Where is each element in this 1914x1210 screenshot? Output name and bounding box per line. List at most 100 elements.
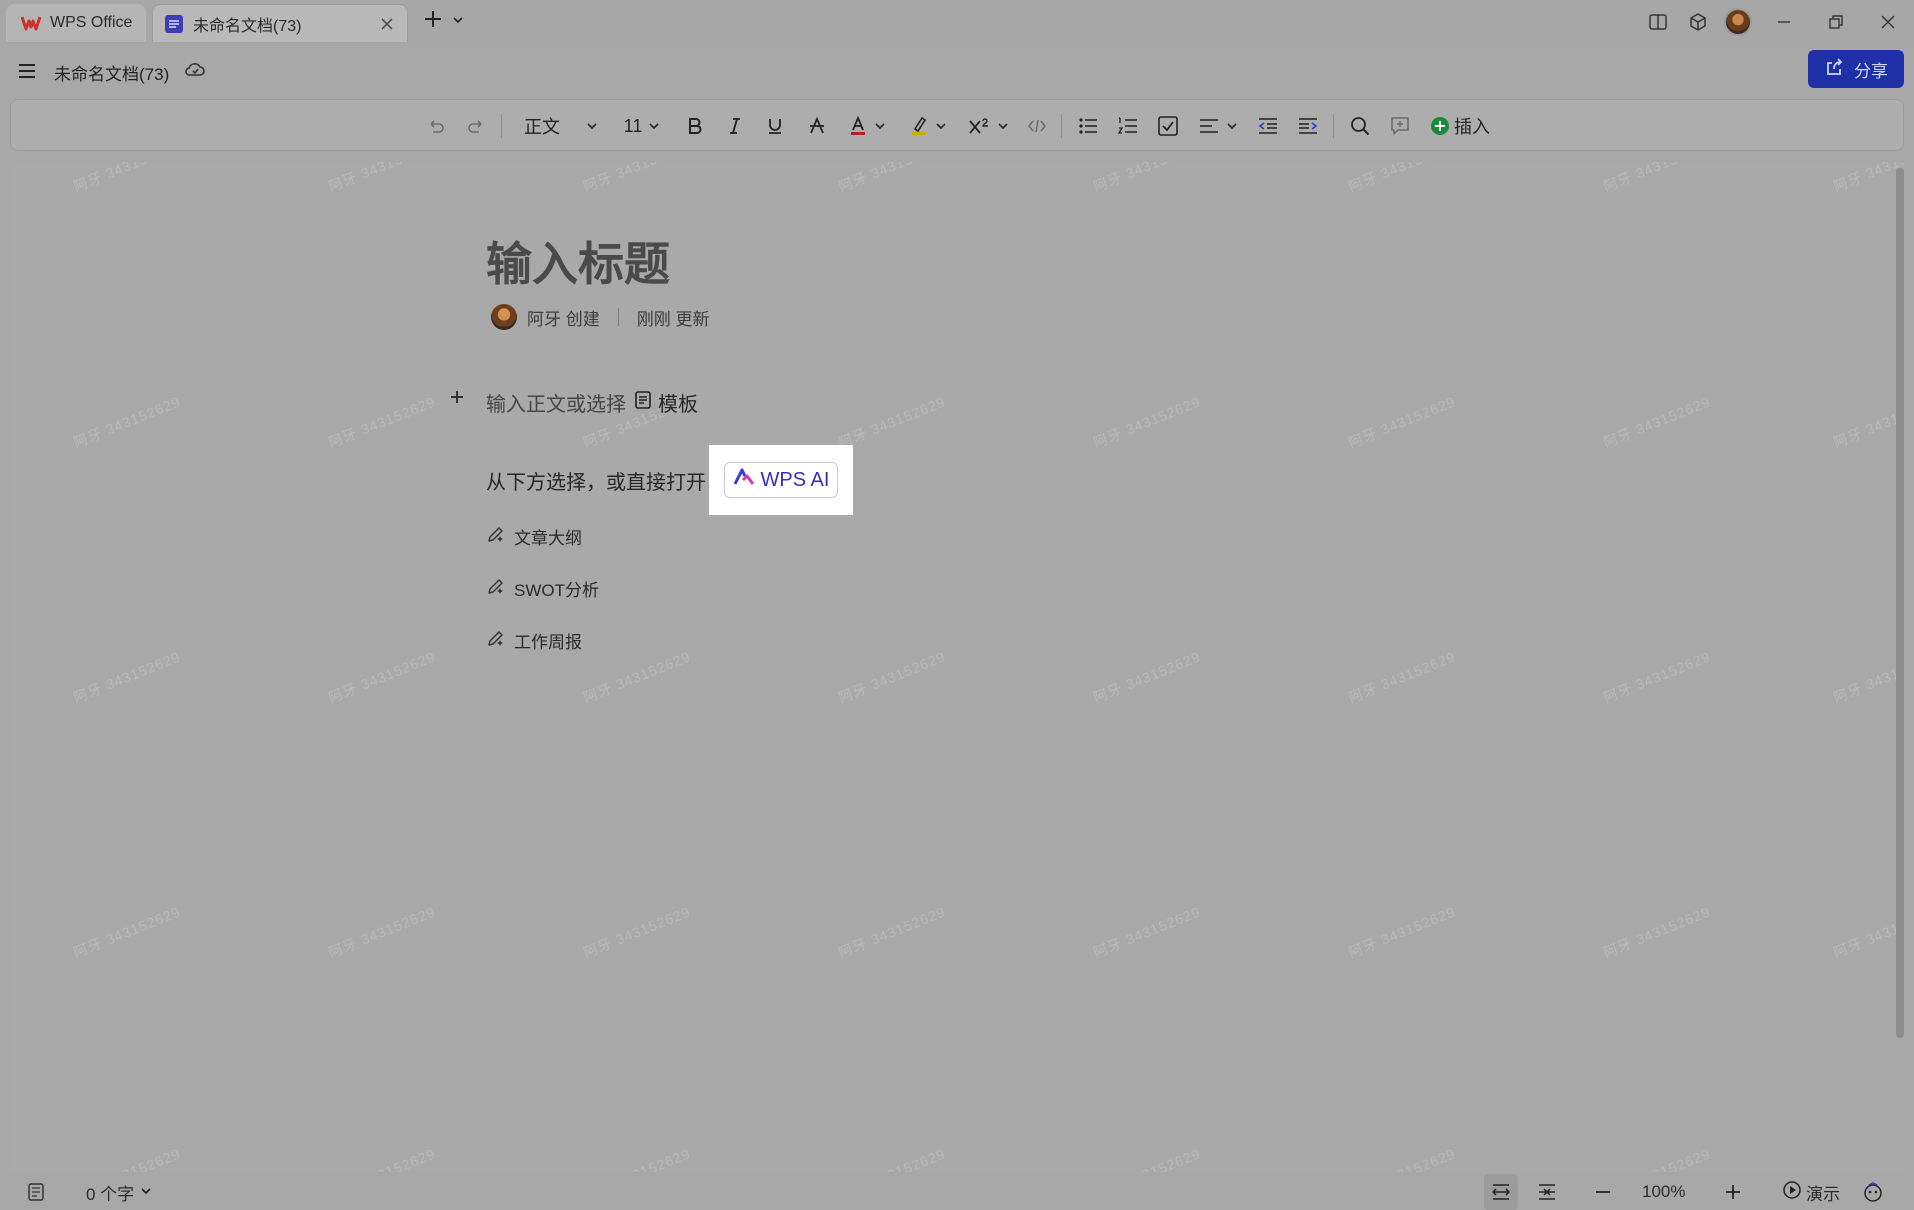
tab-document-label: 未命名文档(73) [193,17,302,35]
tab-document[interactable]: 未命名文档(73) [152,4,408,42]
watermark: 阿牙 343152629 [1601,162,1713,195]
toolbar-separator [1061,114,1062,138]
template-link[interactable]: 模板 [634,388,698,417]
watermark: 阿牙 343152629 [1091,162,1203,195]
restore-icon[interactable] [1810,2,1862,42]
chevron-down-icon [874,120,886,132]
magic-pen-icon [486,524,506,549]
document-title-input[interactable]: 输入标题 [486,228,670,294]
chevron-down-icon[interactable] [452,13,464,31]
add-block-icon[interactable] [448,388,466,411]
share-label: 分享 [1854,61,1888,81]
fit-width-icon[interactable] [1484,1174,1518,1210]
watermark: 阿牙 343152629 [1091,648,1203,706]
align-select[interactable] [1191,100,1245,152]
menu-bar: 未命名文档(73) 分享 [0,48,1914,94]
full-width-icon[interactable] [1530,1174,1564,1210]
code-icon[interactable] [1021,100,1053,152]
vertical-scrollbar[interactable] [1896,168,1904,1038]
bullet-list-icon[interactable] [1071,100,1105,152]
watermark: 阿牙 343152629 [326,648,438,706]
highlighter-icon [909,115,929,137]
watermark: 阿牙 343152629 [835,1143,948,1172]
zoom-out-icon[interactable] [1588,1174,1618,1210]
body-placeholder[interactable]: 输入正文或选择 模板 [486,388,698,417]
close-window-icon[interactable] [1862,2,1914,42]
tab-wps-office[interactable]: WPS Office [6,4,146,42]
strikethrough-icon[interactable] [801,100,833,152]
watermark: 阿牙 343152629 [1346,903,1458,961]
watermark: 阿牙 343152629 [1346,162,1458,195]
document-canvas[interactable]: 阿牙 343152629 阿牙 343152629 阿牙 343152629 阿… [10,162,1904,1172]
choose-hint: 从下方选择，或直接打开 [486,472,706,494]
tab-wps-label: WPS Office [50,14,133,31]
close-tab-icon[interactable] [377,14,397,34]
watermark: 阿牙 343152629 [326,903,438,961]
watermark: 阿牙 343152629 [581,162,693,195]
window-controls [1638,0,1914,44]
watermark: 阿牙 343152629 [70,1143,183,1172]
font-size-select[interactable]: 11 [611,100,673,152]
watermark: 阿牙 343152629 [1601,393,1713,451]
watermark: 阿牙 343152629 [1346,648,1458,706]
search-icon[interactable] [1343,100,1377,152]
insert-label: 插入 [1454,117,1490,137]
word-count-select[interactable]: 0 个字 [86,1174,152,1210]
watermark: 阿牙 343152629 [1831,162,1904,195]
word-count-label: 0 个字 [86,1184,135,1204]
wps-ai-label: WPS AI [760,468,830,491]
comment-icon[interactable] [1383,100,1417,152]
watermark: 阿牙 343152629 [1601,903,1713,961]
watermark: 阿牙 343152629 [1345,1143,1458,1172]
checklist-icon[interactable] [1151,100,1185,152]
suggestion-outline[interactable]: 文章大纲 [486,524,582,549]
present-button[interactable]: 演示 [1782,1174,1840,1210]
indent-icon[interactable] [1291,100,1325,152]
undo-icon[interactable] [421,100,451,152]
underline-icon[interactable] [759,100,791,152]
zoom-level[interactable]: 100% [1642,1174,1685,1210]
redo-icon[interactable] [461,100,491,152]
bold-icon[interactable] [679,100,711,152]
watermark: 阿牙 343152629 [71,393,183,451]
wps-logo-icon [20,12,42,34]
watermark: 阿牙 343152629 [1831,903,1904,961]
outdent-icon[interactable] [1251,100,1285,152]
superscript-select[interactable] [961,100,1015,152]
suggestion-weekly-report[interactable]: 工作周报 [486,628,582,653]
insert-button[interactable]: 插入 [1425,100,1495,152]
assistant-icon[interactable] [1862,1174,1884,1210]
watermark: 阿牙 343152629 [1600,1143,1713,1172]
minimize-icon[interactable] [1758,2,1810,42]
cube-icon[interactable] [1678,2,1718,42]
zoom-in-icon[interactable] [1718,1174,1748,1210]
watermark: 阿牙 343152629 [836,648,948,706]
wps-ai-button[interactable]: WPS AI [724,462,838,498]
watermark: 阿牙 343152629 [1346,393,1458,451]
toolbar-separator [501,114,502,138]
watermark: 阿牙 343152629 [325,1143,438,1172]
font-color-select[interactable] [841,100,893,152]
user-avatar[interactable] [1718,2,1758,42]
watermark: 阿牙 343152629 [1090,1143,1203,1172]
body-placeholder-text: 输入正文或选择 [486,394,626,416]
document-name[interactable]: 未命名文档(73) [54,60,169,85]
italic-icon[interactable] [719,100,751,152]
watermark: 阿牙 343152629 [326,162,438,195]
menu-icon[interactable] [16,60,38,87]
font-size-label: 11 [623,115,643,136]
cloud-sync-icon[interactable] [184,59,206,86]
numbered-list-icon[interactable] [1111,100,1145,152]
outline-panel-icon[interactable] [26,1174,46,1210]
avatar-image [1724,8,1752,36]
suggestion-swot[interactable]: SWOT分析 [486,576,599,601]
highlight-color-select[interactable] [901,100,955,152]
align-left-icon [1198,116,1220,136]
layout-icon[interactable] [1638,2,1678,42]
watermark: 阿牙 343152629 [1601,648,1713,706]
plus-icon[interactable] [422,8,444,35]
paragraph-style-select[interactable]: 正文 [516,100,606,152]
share-button[interactable]: 分享 [1808,50,1904,88]
updated-time: 刚刚 更新 [636,309,710,329]
meta-divider [617,308,619,326]
